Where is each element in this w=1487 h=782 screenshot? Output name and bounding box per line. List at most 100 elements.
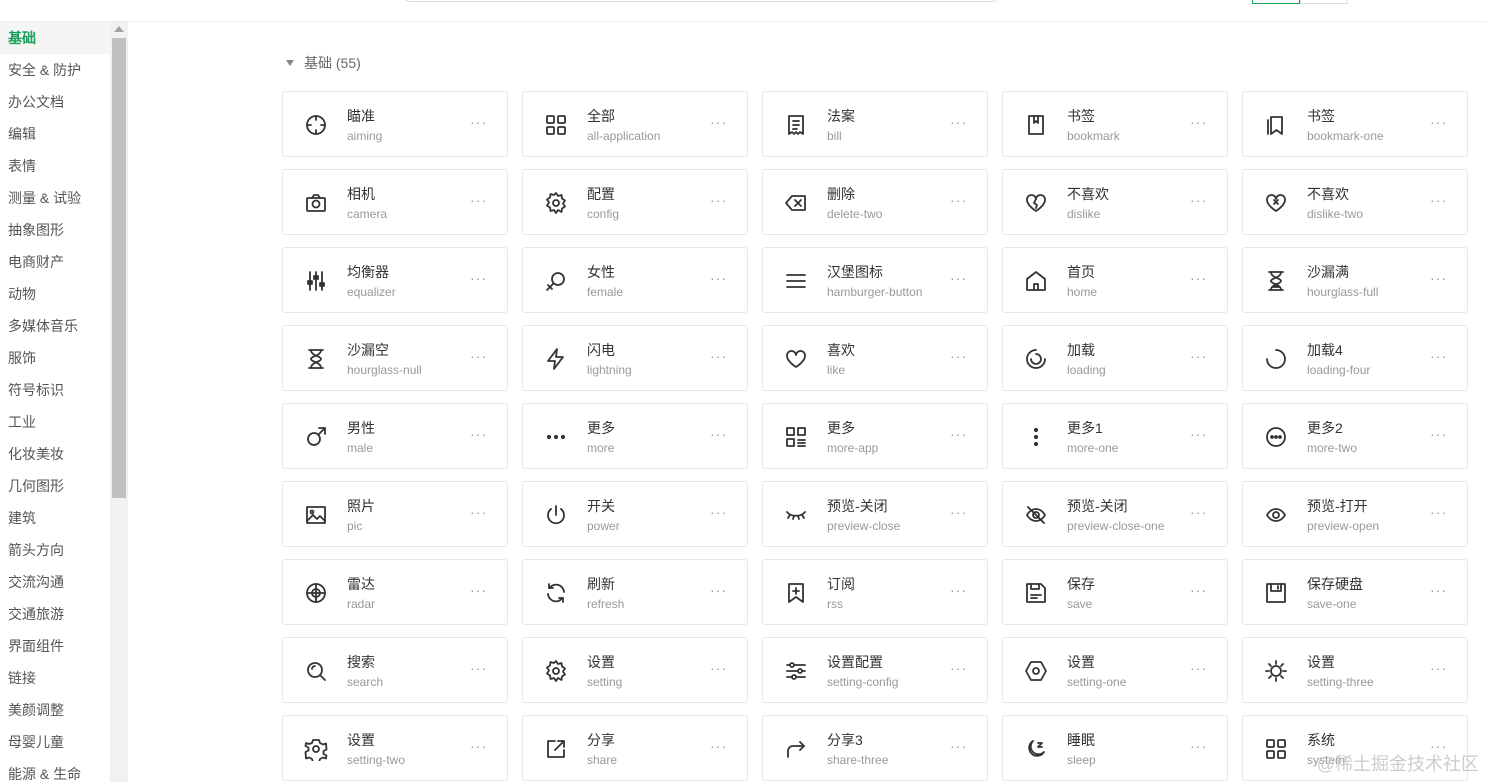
icon-card[interactable]: 加载 loading ··· xyxy=(1002,325,1228,391)
card-more-button[interactable]: ··· xyxy=(710,114,727,130)
card-more-button[interactable]: ··· xyxy=(1430,348,1447,364)
icon-card[interactable]: 喜欢 like ··· xyxy=(762,325,988,391)
card-more-button[interactable]: ··· xyxy=(470,270,487,286)
card-more-button[interactable]: ··· xyxy=(950,426,967,442)
card-more-button[interactable]: ··· xyxy=(1190,582,1207,598)
icon-card[interactable]: 设置 setting-three ··· xyxy=(1242,637,1468,703)
icon-card[interactable]: 照片 pic ··· xyxy=(282,481,508,547)
icon-card[interactable]: 全部 all-application ··· xyxy=(522,91,748,157)
icon-card[interactable]: 更多 more-app ··· xyxy=(762,403,988,469)
icon-card[interactable]: 设置 setting-one ··· xyxy=(1002,637,1228,703)
card-more-button[interactable]: ··· xyxy=(470,738,487,754)
card-more-button[interactable]: ··· xyxy=(470,582,487,598)
icon-card[interactable]: 汉堡图标 hamburger-button ··· xyxy=(762,247,988,313)
card-more-button[interactable]: ··· xyxy=(950,348,967,364)
sidebar-item[interactable]: 多媒体音乐 xyxy=(0,310,110,342)
scroll-up-arrow[interactable] xyxy=(114,26,124,32)
icon-card[interactable]: 预览-关闭 preview-close-one ··· xyxy=(1002,481,1228,547)
icon-card[interactable]: 男性 male ··· xyxy=(282,403,508,469)
card-more-button[interactable]: ··· xyxy=(1190,660,1207,676)
icon-card[interactable]: 订阅 rss ··· xyxy=(762,559,988,625)
card-more-button[interactable]: ··· xyxy=(1190,504,1207,520)
icon-card[interactable]: 书签 bookmark-one ··· xyxy=(1242,91,1468,157)
card-more-button[interactable]: ··· xyxy=(950,660,967,676)
card-more-button[interactable]: ··· xyxy=(1430,426,1447,442)
icon-card[interactable]: 分享 share ··· xyxy=(522,715,748,781)
icon-card[interactable]: 开关 power ··· xyxy=(522,481,748,547)
icon-card[interactable]: 睡眠 sleep ··· xyxy=(1002,715,1228,781)
icon-card[interactable]: 更多2 more-two ··· xyxy=(1242,403,1468,469)
icon-card[interactable]: 保存 save ··· xyxy=(1002,559,1228,625)
sidebar-item[interactable]: 电商财产 xyxy=(0,246,110,278)
icon-card[interactable]: 预览-关闭 preview-close ··· xyxy=(762,481,988,547)
icon-card[interactable]: 瞄准 aiming ··· xyxy=(282,91,508,157)
sidebar-item[interactable]: 基础 xyxy=(0,22,110,54)
card-more-button[interactable]: ··· xyxy=(1190,114,1207,130)
sidebar-item[interactable]: 能源 & 生命 xyxy=(0,758,110,782)
card-more-button[interactable]: ··· xyxy=(950,738,967,754)
sidebar-item[interactable]: 链接 xyxy=(0,662,110,694)
section-header[interactable]: 基础 (55) xyxy=(286,52,361,74)
card-more-button[interactable]: ··· xyxy=(470,504,487,520)
card-more-button[interactable]: ··· xyxy=(1430,504,1447,520)
card-more-button[interactable]: ··· xyxy=(710,192,727,208)
icon-card[interactable]: 加载4 loading-four ··· xyxy=(1242,325,1468,391)
view-toggle-right[interactable] xyxy=(1300,0,1348,4)
icon-card[interactable]: 不喜欢 dislike ··· xyxy=(1002,169,1228,235)
card-more-button[interactable]: ··· xyxy=(1190,426,1207,442)
icon-card[interactable]: 书签 bookmark ··· xyxy=(1002,91,1228,157)
sidebar-item[interactable]: 交流沟通 xyxy=(0,566,110,598)
card-more-button[interactable]: ··· xyxy=(1190,192,1207,208)
card-more-button[interactable]: ··· xyxy=(1430,660,1447,676)
card-more-button[interactable]: ··· xyxy=(470,192,487,208)
sidebar-item[interactable]: 编辑 xyxy=(0,118,110,150)
card-more-button[interactable]: ··· xyxy=(950,270,967,286)
sidebar-item[interactable]: 母婴儿童 xyxy=(0,726,110,758)
icon-card[interactable]: 保存硬盘 save-one ··· xyxy=(1242,559,1468,625)
card-more-button[interactable]: ··· xyxy=(950,192,967,208)
sidebar-item[interactable]: 化妆美妆 xyxy=(0,438,110,470)
card-more-button[interactable]: ··· xyxy=(950,114,967,130)
card-more-button[interactable]: ··· xyxy=(950,582,967,598)
icon-card[interactable]: 法案 bill ··· xyxy=(762,91,988,157)
icon-card[interactable]: 搜索 search ··· xyxy=(282,637,508,703)
sidebar-item[interactable]: 建筑 xyxy=(0,502,110,534)
icon-card[interactable]: 更多 more ··· xyxy=(522,403,748,469)
icon-card[interactable]: 设置 setting ··· xyxy=(522,637,748,703)
card-more-button[interactable]: ··· xyxy=(470,348,487,364)
sidebar-item[interactable]: 几何图形 xyxy=(0,470,110,502)
card-more-button[interactable]: ··· xyxy=(710,270,727,286)
icon-card[interactable]: 相机 camera ··· xyxy=(282,169,508,235)
sidebar-item[interactable]: 界面组件 xyxy=(0,630,110,662)
sidebar-item[interactable]: 办公文档 xyxy=(0,86,110,118)
icon-card[interactable]: 预览-打开 preview-open ··· xyxy=(1242,481,1468,547)
icon-card[interactable]: 设置 setting-two ··· xyxy=(282,715,508,781)
card-more-button[interactable]: ··· xyxy=(1190,270,1207,286)
card-more-button[interactable]: ··· xyxy=(1190,738,1207,754)
sidebar-item[interactable]: 抽象图形 xyxy=(0,214,110,246)
card-more-button[interactable]: ··· xyxy=(1430,270,1447,286)
icon-card[interactable]: 分享3 share-three ··· xyxy=(762,715,988,781)
sidebar-item[interactable]: 符号标识 xyxy=(0,374,110,406)
search-input[interactable] xyxy=(402,0,1000,2)
card-more-button[interactable]: ··· xyxy=(710,504,727,520)
card-more-button[interactable]: ··· xyxy=(1430,192,1447,208)
icon-card[interactable]: 更多1 more-one ··· xyxy=(1002,403,1228,469)
card-more-button[interactable]: ··· xyxy=(1430,114,1447,130)
icon-card[interactable]: 删除 delete-two ··· xyxy=(762,169,988,235)
icon-card[interactable]: 沙漏空 hourglass-null ··· xyxy=(282,325,508,391)
scrollbar-thumb[interactable] xyxy=(112,38,126,498)
view-toggle-left[interactable] xyxy=(1252,0,1300,4)
card-more-button[interactable]: ··· xyxy=(710,660,727,676)
icon-card[interactable]: 女性 female ··· xyxy=(522,247,748,313)
card-more-button[interactable]: ··· xyxy=(710,738,727,754)
sidebar-item[interactable]: 交通旅游 xyxy=(0,598,110,630)
card-more-button[interactable]: ··· xyxy=(470,426,487,442)
icon-card[interactable]: 首页 home ··· xyxy=(1002,247,1228,313)
icon-card[interactable]: 刷新 refresh ··· xyxy=(522,559,748,625)
sidebar-item[interactable]: 安全 & 防护 xyxy=(0,54,110,86)
icon-card[interactable]: 不喜欢 dislike-two ··· xyxy=(1242,169,1468,235)
card-more-button[interactable]: ··· xyxy=(710,582,727,598)
icon-card[interactable]: 雷达 radar ··· xyxy=(282,559,508,625)
sidebar-item[interactable]: 美颜调整 xyxy=(0,694,110,726)
